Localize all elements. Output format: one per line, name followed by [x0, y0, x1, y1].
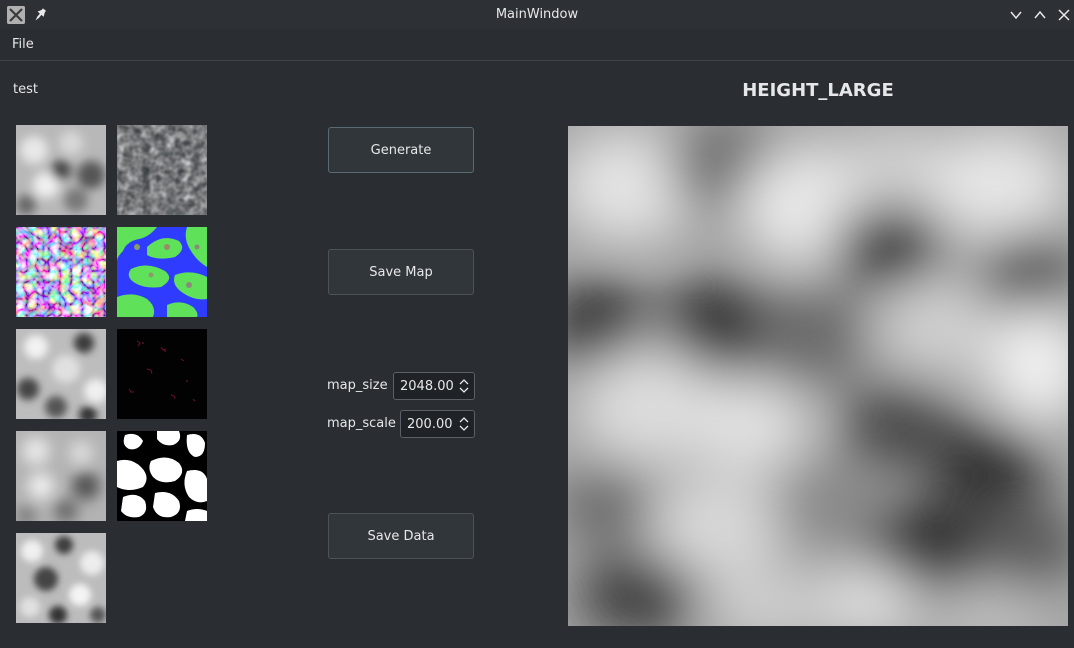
map-size-spinbox[interactable]: 2048.00 — [393, 372, 475, 400]
close-button[interactable] — [1056, 7, 1072, 23]
close-icon — [1058, 9, 1070, 21]
noise-thumbnail[interactable] — [117, 125, 207, 215]
height-map-blurred-thumbnail[interactable] — [16, 431, 106, 521]
spin-arrows-icon[interactable] — [458, 414, 470, 434]
terrain-color-thumbnail[interactable] — [117, 227, 207, 317]
map-scale-value[interactable]: 200.00 — [407, 417, 453, 432]
maximize-button[interactable] — [1032, 7, 1048, 23]
menu-bar: File — [0, 30, 1074, 61]
main-window: MainWindow File test Generate Save Map S… — [0, 0, 1074, 648]
title-bar[interactable]: MainWindow — [0, 0, 1074, 30]
preview-title: HEIGHT_LARGE — [742, 80, 894, 101]
minimize-button[interactable] — [1008, 7, 1024, 23]
spin-arrows-icon[interactable] — [458, 376, 470, 396]
binary-mask-thumbnail[interactable] — [117, 431, 207, 521]
height-map-preview — [568, 126, 1068, 626]
chevron-down-icon — [1010, 11, 1022, 20]
height-map-thumbnail-3[interactable] — [16, 533, 106, 623]
save-data-button[interactable]: Save Data — [328, 513, 474, 559]
map-size-label: map_size — [327, 378, 388, 393]
normal-map-thumbnail[interactable] — [16, 227, 106, 317]
generate-button[interactable]: Generate — [328, 127, 474, 173]
map-scale-spinbox[interactable]: 200.00 — [400, 410, 475, 438]
chevron-up-icon — [1034, 10, 1046, 19]
window-title: MainWindow — [495, 7, 579, 22]
map-scale-label: map_scale — [327, 416, 396, 431]
menu-file[interactable]: File — [7, 37, 39, 53]
panel-label: test — [13, 82, 38, 97]
height-map-thumbnail[interactable] — [16, 125, 106, 215]
height-map-thumbnail-2[interactable] — [16, 329, 106, 419]
dark-mask-thumbnail[interactable] — [117, 329, 207, 419]
map-size-value[interactable]: 2048.00 — [400, 379, 454, 394]
save-map-button[interactable]: Save Map — [328, 249, 474, 295]
